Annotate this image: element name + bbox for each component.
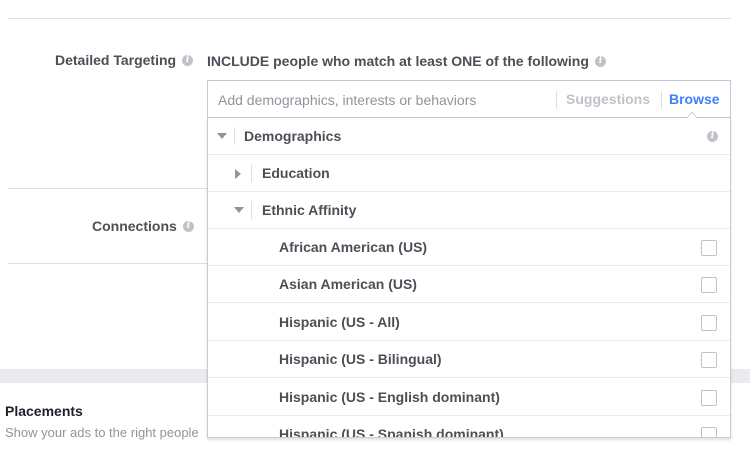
info-icon[interactable]: i [182,54,194,66]
option-label: Hispanic (US - English dominant) [279,389,500,405]
option-label: Hispanic (US - Spanish dominant) [279,426,504,438]
divider [251,164,252,182]
divider [661,91,662,109]
option-checkbox[interactable] [701,315,717,331]
option-row[interactable]: Hispanic (US - Bilingual) [208,341,730,378]
connections-row-label: Connections i [92,218,194,234]
divider [556,91,557,109]
connections-label: Connections [92,218,177,234]
detailed-targeting-row-label: Detailed Targeting i [55,52,194,68]
option-label: Hispanic (US - Bilingual) [279,351,442,367]
detailed-targeting-label: Detailed Targeting [55,52,177,68]
detailed-targeting-search-input[interactable]: Add demographics, interests or behaviors… [207,80,731,119]
browse-button[interactable]: Browse [669,91,720,107]
option-checkbox[interactable] [701,277,717,293]
subcategory-label: Education [262,165,330,181]
placements-subtitle: Show your ads to the right people [5,425,199,440]
category-row-demographics[interactable]: Demographics i [208,118,730,155]
option-label: Asian American (US) [279,276,417,292]
option-row[interactable]: Hispanic (US - All) [208,304,730,341]
expand-triangle-icon[interactable] [235,169,241,179]
option-checkbox[interactable] [701,240,717,256]
top-divider [8,18,731,19]
info-icon[interactable]: i [594,55,606,67]
subcategory-row-ethnic-affinity[interactable]: Ethnic Affinity [208,192,730,229]
section-divider [8,188,207,189]
category-label: Demographics [244,128,342,144]
section-divider [8,263,207,264]
info-icon[interactable]: i [182,220,194,232]
divider [234,127,235,145]
collapse-triangle-icon[interactable] [217,133,227,139]
divider [251,201,252,219]
include-text-row: INCLUDE people who match at least ONE of… [207,53,606,69]
search-placeholder: Add demographics, interests or behaviors [218,92,477,108]
info-icon[interactable]: i [707,131,718,142]
option-row[interactable]: Asian American (US) [208,266,730,303]
placements-title: Placements [5,403,83,419]
suggestions-button[interactable]: Suggestions [566,91,650,107]
option-label: African American (US) [279,239,428,255]
option-row[interactable]: Hispanic (US - Spanish dominant) [208,416,730,438]
option-label: Hispanic (US - All) [279,314,400,330]
option-checkbox[interactable] [701,352,717,368]
option-row[interactable]: African American (US) [208,229,730,266]
collapse-triangle-icon[interactable] [234,207,244,213]
option-row[interactable]: Hispanic (US - English dominant) [208,379,730,416]
include-text: INCLUDE people who match at least ONE of… [207,53,589,69]
browse-dropdown: Demographics i Education Ethnic Affinity… [207,118,731,438]
option-checkbox[interactable] [701,390,717,406]
subcategory-label: Ethnic Affinity [262,202,357,218]
subcategory-row-education[interactable]: Education [208,155,730,192]
option-checkbox[interactable] [701,427,717,437]
